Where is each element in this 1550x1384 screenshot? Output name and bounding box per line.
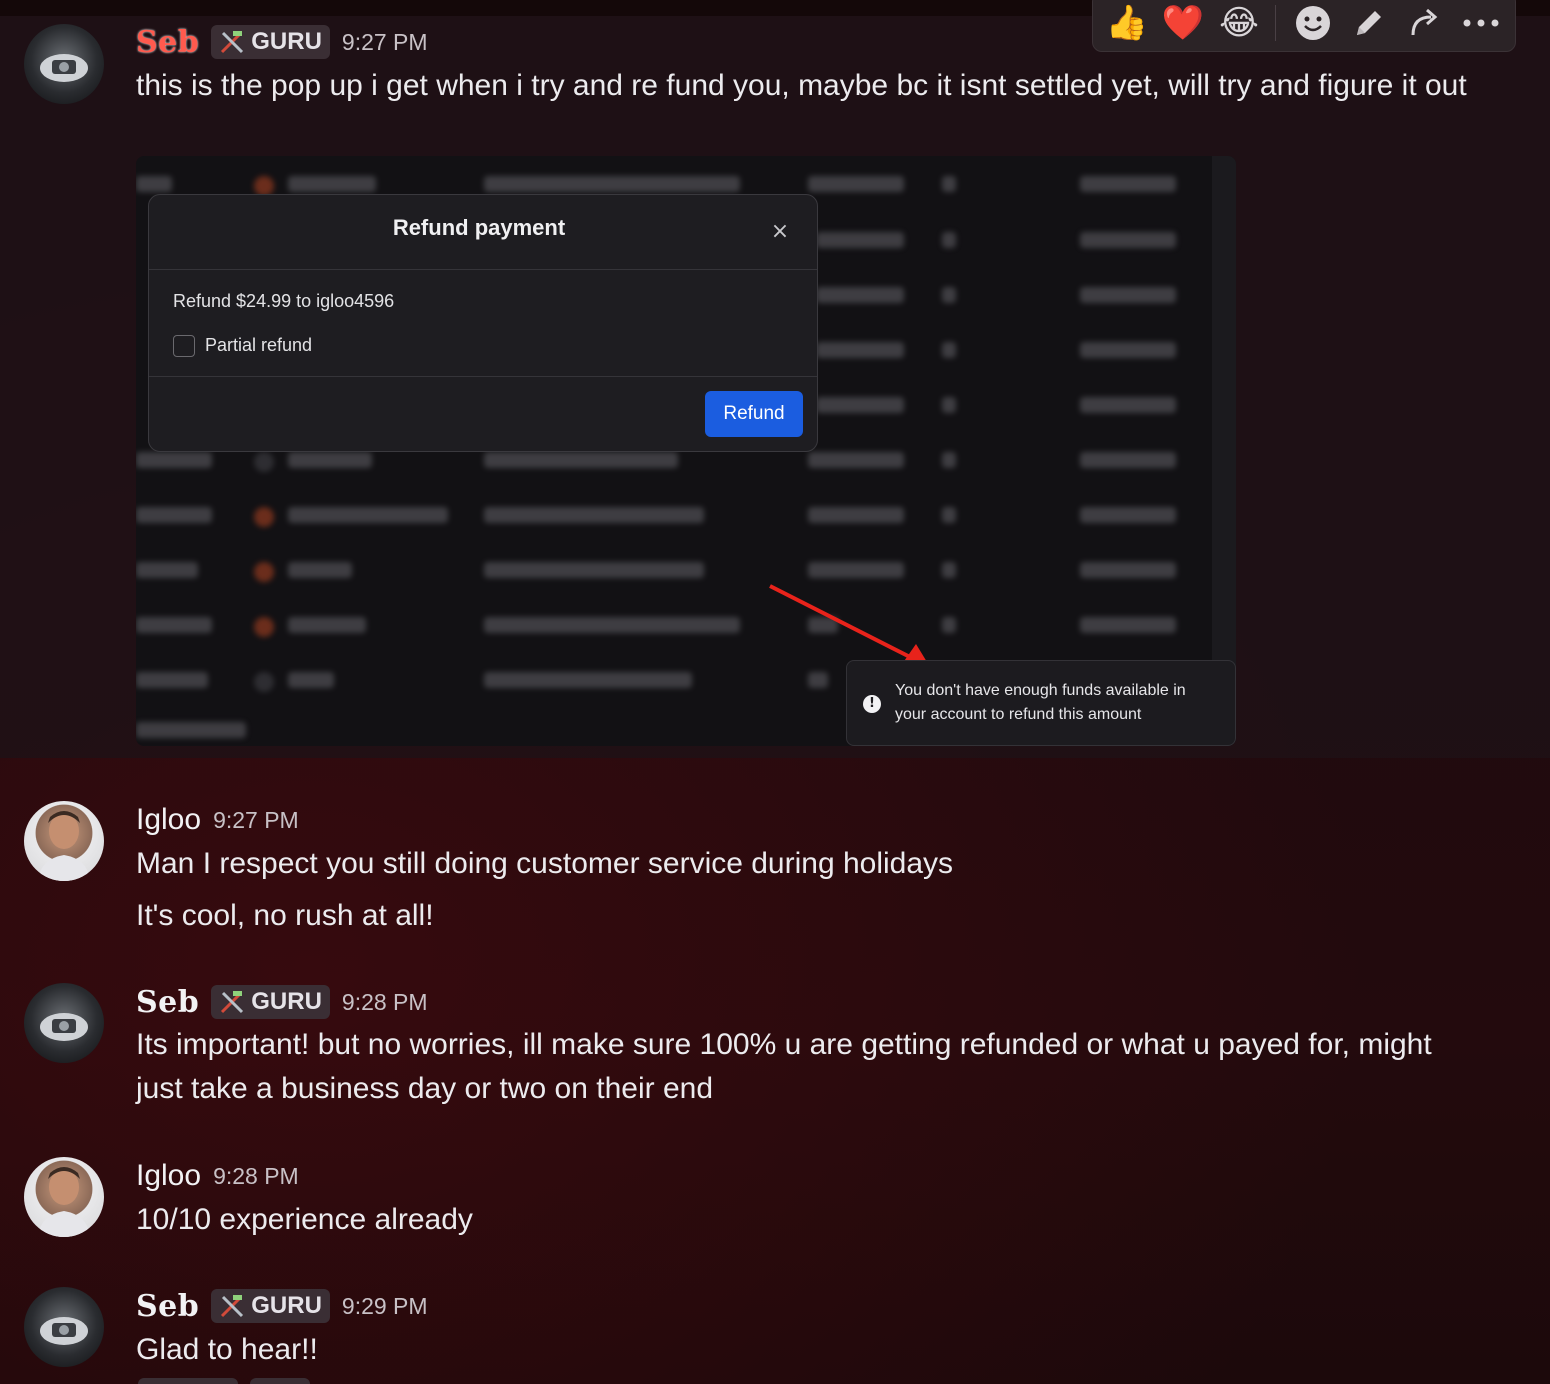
username[interactable]: Seb [136,25,199,60]
swords-icon [221,1295,244,1318]
error-toast: ! You don't have enough funds available … [846,660,1236,746]
more-icon[interactable] [1459,1,1503,45]
message-header: Seb GURU 9:27 PM [136,22,428,62]
message-text: Man I respect you still doing customer s… [136,847,954,880]
timestamp[interactable]: 9:29 PM [342,1293,428,1320]
swords-icon [221,991,244,1014]
toast-message: You don't have enough funds available in… [895,682,1186,723]
reaction-pill[interactable] [250,1378,310,1384]
timestamp[interactable]: 9:27 PM [213,807,299,834]
timestamp[interactable]: 9:28 PM [342,989,428,1016]
reply-arrow-icon[interactable] [1403,1,1447,45]
guru-badge[interactable]: GURU [211,1289,330,1323]
thumbs-up-reaction[interactable]: 👍 [1105,1,1149,45]
avatar[interactable] [24,983,104,1063]
message-header: Igloo 9:28 PM [136,1156,299,1196]
message-text: Glad to hear!! [136,1333,318,1366]
timestamp[interactable]: 9:28 PM [213,1163,299,1190]
reaction-pill[interactable] [138,1378,238,1384]
badge-label: GURU [251,1292,322,1319]
message-text: 10/10 experience already [136,1203,473,1236]
username[interactable]: Seb [136,985,199,1020]
badge-label: GURU [251,988,322,1015]
timestamp[interactable]: 9:27 PM [342,29,428,56]
message-text: It's cool, no rush at all! [136,899,434,932]
message-header: Seb GURU 9:29 PM [136,1286,428,1326]
screenshot-attachment[interactable]: Refund payment × Refund $24.99 to igloo4… [136,156,1236,746]
avatar[interactable] [24,1157,104,1237]
avatar[interactable] [24,24,104,104]
username[interactable]: Igloo [136,1159,201,1193]
username[interactable]: Seb [136,1289,199,1324]
toolbar-divider [1275,5,1276,41]
red-arrow-annotation [769,584,930,667]
alert-icon: ! [863,695,881,713]
pencil-icon[interactable] [1347,1,1391,45]
guru-badge[interactable]: GURU [211,985,330,1019]
message-text: this is the pop up i get when i try and … [136,69,1467,102]
message-header: Igloo 9:27 PM [136,800,299,840]
swords-icon [221,31,244,54]
message-text: Its important! but no worries, ill make … [136,1028,1432,1105]
badge-label: GURU [251,28,322,55]
laughing-reaction[interactable]: 😂 [1217,1,1261,45]
guru-badge[interactable]: GURU [211,25,330,59]
message-actions-toolbar: 👍 ❤️ 😂 [1092,0,1516,52]
avatar[interactable] [24,1287,104,1367]
avatar[interactable] [24,801,104,881]
message-header: Seb GURU 9:28 PM [136,982,428,1022]
heart-reaction[interactable]: ❤️ [1161,1,1205,45]
username[interactable]: Igloo [136,803,201,837]
smiley-icon[interactable] [1291,1,1335,45]
